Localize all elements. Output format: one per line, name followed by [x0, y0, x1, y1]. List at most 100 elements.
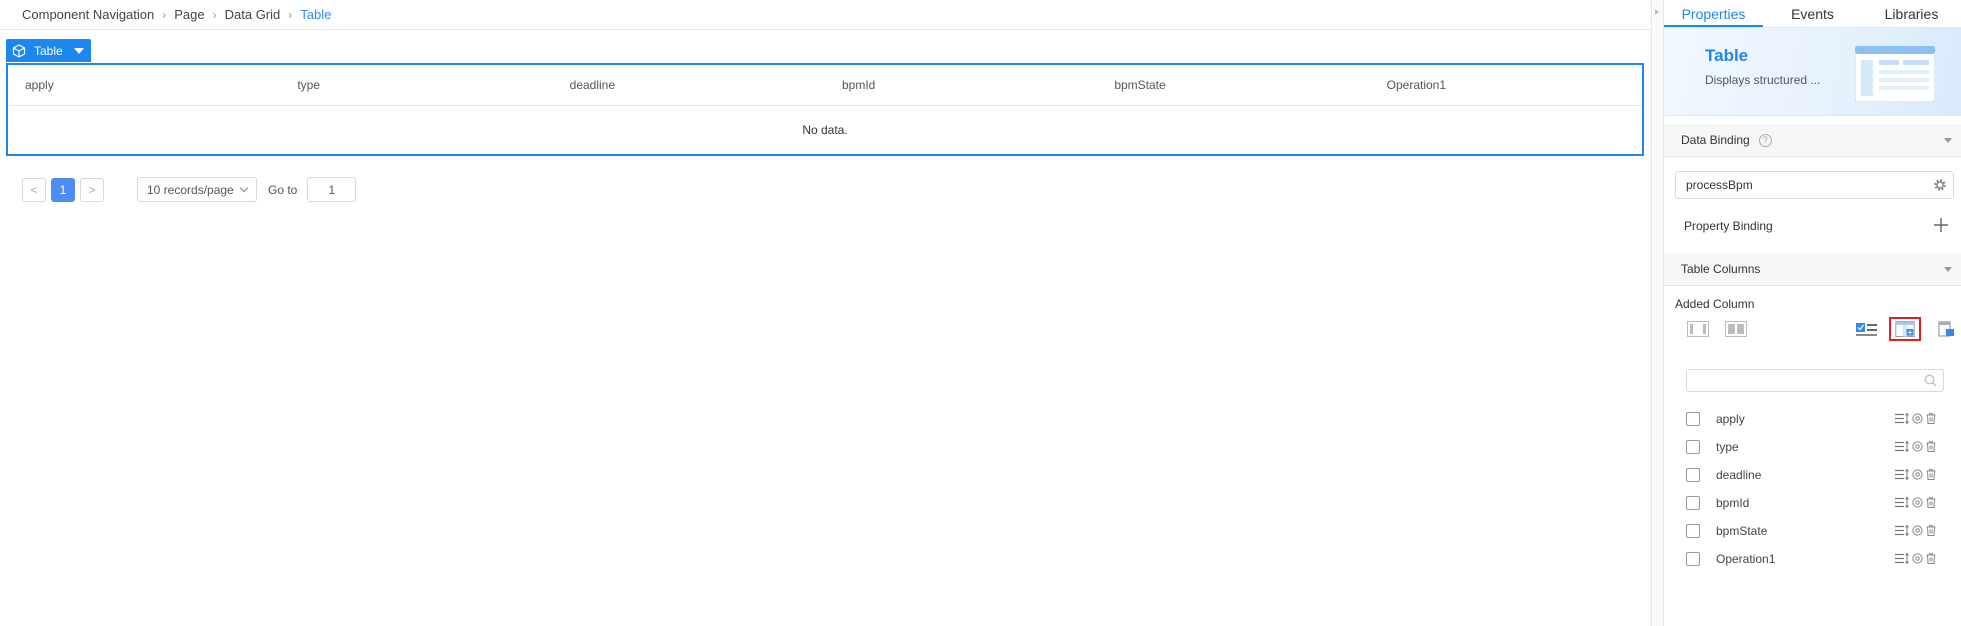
settings-circle-icon[interactable]: [1912, 525, 1923, 536]
component-description: Displays structured ...: [1705, 73, 1821, 87]
search-icon: [1924, 374, 1937, 387]
column-checkbox[interactable]: [1686, 524, 1700, 538]
row-actions: [1892, 553, 1936, 564]
settings-circle-icon[interactable]: [1912, 413, 1923, 424]
pagination: < 1 > 10 records/page Go to: [22, 177, 357, 202]
reorder-icon[interactable]: [1895, 525, 1909, 536]
component-tag-label: Table: [34, 43, 63, 58]
plus-icon[interactable]: [1933, 217, 1949, 233]
column-name: apply: [1716, 412, 1745, 426]
column-header-type[interactable]: type: [280, 78, 552, 92]
row-actions: [1892, 469, 1936, 480]
row-actions: [1892, 441, 1936, 452]
trash-icon[interactable]: [1926, 441, 1936, 452]
page-size-value: 10 records/page: [147, 182, 234, 197]
column-name: bpmState: [1716, 524, 1768, 538]
align-columns-icon[interactable]: [1687, 321, 1709, 337]
row-actions: [1892, 413, 1936, 424]
column-search-input[interactable]: [1686, 369, 1944, 392]
split-columns-icon[interactable]: [1725, 321, 1747, 337]
table-illustration-icon: [1855, 46, 1935, 102]
trash-icon[interactable]: [1926, 413, 1936, 424]
data-table[interactable]: apply type deadline bpmId bpmState Opera…: [6, 63, 1644, 156]
table-columns-title: Table Columns: [1681, 262, 1761, 276]
settings-circle-icon[interactable]: [1912, 497, 1923, 508]
reorder-icon[interactable]: [1895, 497, 1909, 508]
list-item[interactable]: bpmId: [1664, 489, 1961, 517]
goto-page-input[interactable]: [307, 177, 357, 202]
checkbox-list-icon[interactable]: [1856, 321, 1878, 337]
added-column-label: Added Column: [1675, 297, 1755, 311]
page-1-button[interactable]: 1: [51, 177, 75, 202]
caret-down-icon[interactable]: [73, 47, 84, 54]
column-checkbox[interactable]: [1686, 412, 1700, 426]
help-icon[interactable]: ?: [1758, 133, 1772, 147]
column-name: Operation1: [1716, 552, 1776, 566]
component-title: Table: [1705, 46, 1749, 65]
column-name: deadline: [1716, 468, 1762, 482]
settings-circle-icon[interactable]: [1912, 441, 1923, 452]
property-binding-label: Property Binding: [1684, 219, 1773, 233]
prev-page-button[interactable]: <: [22, 177, 46, 202]
goto-label: Go to: [268, 182, 298, 197]
list-item[interactable]: bpmState: [1664, 517, 1961, 545]
trash-icon[interactable]: [1926, 469, 1936, 480]
breadcrumb-separator-icon: ›: [162, 7, 167, 22]
empty-state-text: No data.: [802, 123, 848, 137]
breadcrumb-separator-icon: ›: [212, 7, 217, 22]
list-item[interactable]: Operation1: [1664, 545, 1961, 573]
column-header-bpmstate[interactable]: bpmState: [1097, 78, 1369, 92]
gear-icon[interactable]: [1933, 178, 1947, 192]
column-header-apply[interactable]: apply: [8, 78, 280, 92]
list-item[interactable]: apply: [1664, 405, 1961, 433]
tab-libraries[interactable]: Libraries: [1862, 0, 1961, 27]
column-checkbox[interactable]: [1686, 468, 1700, 482]
column-header-deadline[interactable]: deadline: [553, 78, 825, 92]
column-checkbox[interactable]: [1686, 552, 1700, 566]
breadcrumb-data-grid[interactable]: Data Grid: [225, 7, 281, 22]
caret-down-icon: [1944, 267, 1952, 272]
column-name: type: [1716, 440, 1739, 454]
row-actions: [1892, 497, 1936, 508]
component-hero: Table Displays structured ...: [1664, 28, 1961, 116]
column-checkbox[interactable]: [1686, 496, 1700, 510]
reorder-icon[interactable]: [1895, 413, 1909, 424]
column-toolbar: [1664, 317, 1961, 347]
breadcrumb-table[interactable]: Table: [300, 7, 331, 22]
breadcrumb: Component Navigation › Page › Data Grid …: [0, 0, 1651, 30]
column-header-operation1[interactable]: Operation1: [1370, 78, 1642, 92]
table-header: apply type deadline bpmId bpmState Opera…: [8, 65, 1642, 106]
data-binding-section-header[interactable]: Data Binding ?: [1664, 124, 1961, 157]
reorder-icon[interactable]: [1895, 469, 1909, 480]
trash-icon[interactable]: [1926, 497, 1936, 508]
list-item[interactable]: type: [1664, 433, 1961, 461]
caret-down-icon: [1944, 138, 1952, 143]
reorder-icon[interactable]: [1895, 553, 1909, 564]
column-header-bpmid[interactable]: bpmId: [825, 78, 1097, 92]
list-item[interactable]: deadline: [1664, 461, 1961, 489]
row-actions: [1892, 525, 1936, 536]
component-tag[interactable]: Table: [6, 39, 91, 62]
breadcrumb-page[interactable]: Page: [174, 7, 204, 22]
breadcrumb-component-navigation[interactable]: Component Navigation: [22, 7, 154, 22]
next-page-button[interactable]: >: [80, 177, 104, 202]
panel-collapse-handle[interactable]: [1651, 0, 1663, 626]
trash-icon[interactable]: [1926, 553, 1936, 564]
add-column-icon[interactable]: [1889, 317, 1921, 341]
settings-circle-icon[interactable]: [1912, 469, 1923, 480]
column-settings-icon[interactable]: [1935, 321, 1957, 337]
data-binding-field[interactable]: processBpm: [1675, 171, 1954, 199]
property-binding-row: Property Binding: [1664, 199, 1961, 253]
tab-events[interactable]: Events: [1763, 0, 1862, 27]
trash-icon[interactable]: [1926, 525, 1936, 536]
table-columns-section-header[interactable]: Table Columns: [1664, 253, 1961, 286]
page-size-select[interactable]: 10 records/page: [137, 177, 257, 202]
added-column-list: apply type deadline bpmId bpmState Opera…: [1664, 405, 1961, 573]
data-binding-title: Data Binding: [1681, 133, 1750, 147]
properties-panel: Properties Events Libraries Table Displa…: [1663, 0, 1961, 626]
settings-circle-icon[interactable]: [1912, 553, 1923, 564]
collapse-arrow-icon: [1655, 9, 1659, 15]
column-checkbox[interactable]: [1686, 440, 1700, 454]
reorder-icon[interactable]: [1895, 441, 1909, 452]
tab-properties[interactable]: Properties: [1664, 0, 1763, 27]
